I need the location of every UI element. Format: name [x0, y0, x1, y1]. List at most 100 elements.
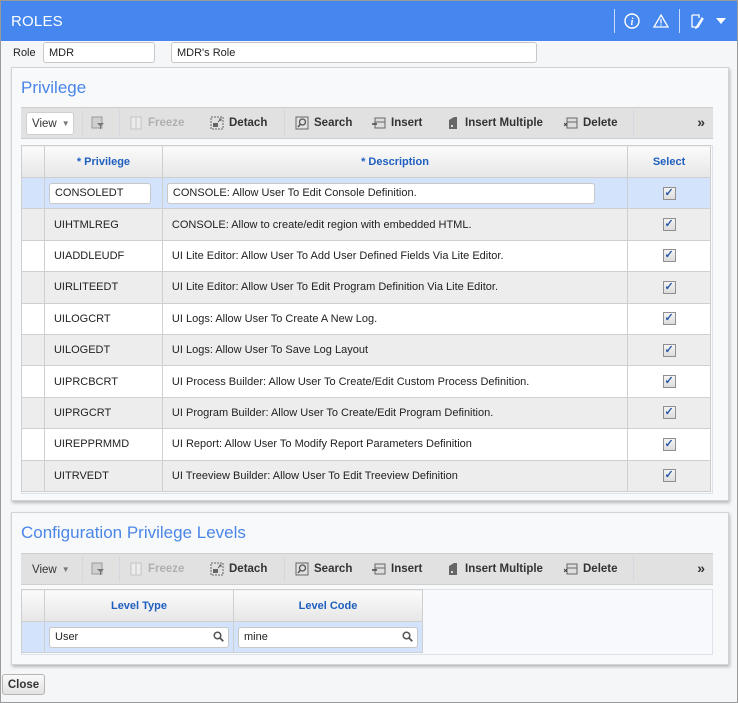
select-checkbox[interactable] — [662, 343, 676, 357]
row-selector[interactable] — [21, 620, 45, 654]
select-checkbox[interactable] — [662, 217, 676, 232]
privilege-cell[interactable]: UITRVEDT — [43, 459, 163, 492]
select-checkbox[interactable] — [662, 405, 676, 420]
table-row[interactable]: UILOGCRT UI Logs: Allow User To Create A … — [21, 302, 711, 335]
privilege-cell[interactable]: UIADDLEUDF — [43, 239, 163, 273]
freeze-button[interactable]: Freeze — [129, 108, 184, 138]
view-menu-button[interactable]: View ▼ — [26, 558, 74, 581]
role-name-input[interactable] — [171, 42, 537, 63]
filter-button[interactable] — [91, 554, 110, 584]
row-selector[interactable] — [21, 428, 45, 461]
description-cell[interactable]: UI Report: Allow User To Modify Report P… — [161, 428, 629, 461]
privilege-cell[interactable]: UILOGEDT — [43, 333, 163, 367]
table-row[interactable]: UIRLITEEDT UI Lite Editor: Allow User To … — [21, 271, 711, 304]
insert-multiple-label: Insert Multiple — [465, 563, 543, 575]
toolbar-divider — [82, 556, 83, 582]
privilege-cell[interactable]: UILOGCRT — [43, 302, 163, 335]
close-button[interactable]: Close — [2, 674, 45, 695]
column-header-level-type[interactable]: Level Type — [44, 589, 234, 622]
more-tools-button[interactable]: » — [697, 114, 705, 130]
select-checkbox[interactable] — [662, 280, 676, 294]
search-icon[interactable] — [402, 631, 413, 645]
description-cell[interactable]: CONSOLE: Allow to create/edit region wit… — [161, 208, 629, 241]
search-label: Search — [314, 563, 353, 575]
table-row[interactable] — [21, 620, 423, 654]
role-code-input[interactable] — [43, 42, 155, 63]
privilege-cell[interactable]: UIPRGCRT — [43, 396, 163, 430]
insert-multiple-button[interactable]: Insert Multiple — [446, 554, 543, 584]
select-checkbox[interactable] — [662, 374, 676, 389]
table-row[interactable]: UITRVEDT UI Treeview Builder: Allow User … — [21, 459, 711, 492]
detach-button[interactable]: Detach — [210, 108, 267, 138]
insert-button[interactable]: Insert — [372, 108, 422, 138]
privilege-cell[interactable]: UIRLITEEDT — [43, 271, 163, 304]
row-selector[interactable] — [21, 333, 45, 367]
table-row[interactable]: UIPRGCRT UI Program Builder: Allow User T… — [21, 396, 711, 430]
search-icon[interactable] — [213, 631, 224, 645]
delete-button[interactable]: Delete — [564, 108, 618, 138]
column-header-privilege[interactable]: * Privilege — [43, 145, 163, 178]
select-checkbox[interactable] — [662, 248, 676, 263]
table-row[interactable]: UIREPPRMMD UI Report: Allow User To Modif… — [21, 428, 711, 461]
info-icon[interactable]: i — [622, 11, 642, 31]
description-input[interactable] — [166, 182, 596, 204]
filter-button[interactable] — [91, 108, 110, 138]
table-row[interactable]: UILOGEDT UI Logs: Allow User To Save Log … — [21, 333, 711, 367]
table-row[interactable]: UIPRCBCRT UI Process Builder: Allow User … — [21, 365, 711, 398]
select-checkbox[interactable] — [662, 437, 676, 451]
insert-multiple-button[interactable]: Insert Multiple — [446, 108, 543, 138]
description-cell[interactable]: UI Lite Editor: Allow User To Add User D… — [161, 239, 629, 273]
row-selector[interactable] — [21, 302, 45, 335]
role-header: Role — [1, 41, 737, 65]
description-cell[interactable]: UI Process Builder: Allow User To Create… — [161, 365, 629, 398]
caret-down-icon: ▼ — [61, 565, 70, 574]
table-row[interactable] — [21, 176, 711, 210]
description-cell — [161, 176, 629, 210]
insert-button[interactable]: Insert — [372, 554, 422, 584]
description-cell[interactable]: UI Treeview Builder: Allow User To Edit … — [161, 459, 629, 492]
table-row[interactable]: UIHTMLREG CONSOLE: Allow to create/edit r… — [21, 208, 711, 241]
description-cell[interactable]: UI Logs: Allow User To Save Log Layout — [161, 333, 629, 367]
description-cell[interactable]: UI Lite Editor: Allow User To Edit Progr… — [161, 271, 629, 304]
table-row[interactable]: UIADDLEUDF UI Lite Editor: Allow User To … — [21, 239, 711, 273]
level-type-input[interactable] — [49, 626, 229, 648]
column-header-select[interactable]: Select — [627, 145, 711, 178]
detach-button[interactable]: Detach — [210, 554, 267, 584]
privilege-cell[interactable]: UIREPPRMMD — [43, 428, 163, 461]
row-selector[interactable] — [21, 459, 45, 492]
level-type-lookup[interactable] — [49, 626, 229, 648]
privilege-cell[interactable]: UIHTMLREG — [43, 208, 163, 241]
dropdown-caret-icon[interactable] — [711, 11, 731, 31]
select-checkbox[interactable] — [662, 186, 676, 200]
select-checkbox[interactable] — [662, 311, 676, 326]
privilege-input[interactable] — [48, 182, 151, 204]
row-selector[interactable] — [21, 271, 45, 304]
more-tools-button[interactable]: » — [697, 560, 705, 576]
delete-button[interactable]: Delete — [564, 554, 618, 584]
toolbar-divider — [284, 556, 285, 582]
description-cell[interactable]: UI Program Builder: Allow User To Create… — [161, 396, 629, 430]
description-cell[interactable]: UI Logs: Allow User To Create A New Log. — [161, 302, 629, 335]
search-icon — [295, 116, 309, 130]
select-checkbox[interactable] — [662, 468, 676, 483]
view-menu-button[interactable]: View ▼ — [26, 112, 74, 135]
privilege-cell[interactable]: UIPRCBCRT — [43, 365, 163, 398]
freeze-button[interactable]: Freeze — [129, 554, 184, 584]
row-selector[interactable] — [21, 208, 45, 241]
column-header-description[interactable]: * Description — [161, 145, 629, 178]
edit-icon[interactable] — [687, 11, 707, 31]
row-selector[interactable] — [21, 365, 45, 398]
row-selector[interactable] — [21, 176, 45, 210]
search-button[interactable]: Search — [295, 108, 352, 138]
row-selector[interactable] — [21, 396, 45, 430]
level-code-input[interactable] — [238, 626, 418, 648]
filter-icon — [91, 116, 104, 129]
level-code-lookup[interactable] — [238, 626, 418, 648]
warning-icon[interactable] — [651, 11, 671, 31]
view-label: View — [32, 117, 57, 130]
column-header-level-code[interactable]: Level Code — [233, 589, 423, 622]
config-toolbar: View ▼ Freeze Detach Search Insert Insert… — [21, 553, 713, 585]
row-selector[interactable] — [21, 239, 45, 273]
toolbar-divider — [82, 110, 83, 136]
search-button[interactable]: Search — [295, 554, 352, 584]
